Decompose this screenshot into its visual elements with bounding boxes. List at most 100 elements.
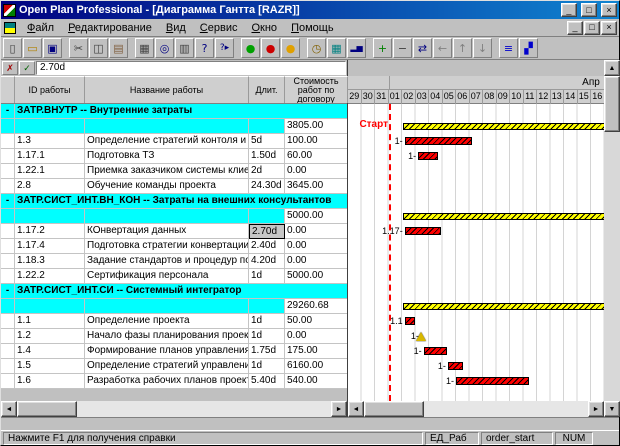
duration-edit-cell[interactable]: 2.70d	[249, 224, 285, 239]
header-task-name[interactable]: Название работы	[85, 76, 249, 103]
edit-field[interactable]: 2.70d	[36, 61, 346, 75]
task-row[interactable]: 1.6Разработка рабочих планов проекта5.40…	[1, 374, 347, 389]
menu-view[interactable]: Вид	[159, 20, 193, 36]
add-activity-button[interactable]: +	[373, 38, 392, 58]
minimize-button[interactable]: _	[561, 3, 577, 17]
task-bar[interactable]	[405, 317, 416, 325]
progress-yellow-button[interactable]: ●	[281, 38, 300, 58]
child-close-button[interactable]: ×	[601, 21, 617, 35]
task-bar[interactable]	[448, 362, 463, 370]
print-button[interactable]: ▦	[135, 38, 154, 58]
section-row[interactable]: -ЗАТР.СИСТ_ИНТ.ВН_КОН -- Затраты на внеш…	[1, 194, 347, 209]
task-row[interactable]: 2.8Обучение команды проекта24.30d3645.00	[1, 179, 347, 194]
close-button[interactable]: ×	[601, 3, 617, 17]
hscroll-track[interactable]	[424, 401, 588, 417]
section-row[interactable]: -ЗАТР.СИСТ_ИНТ.СИ -- Системный интеграто…	[1, 284, 347, 299]
task-row[interactable]: 1.17.1Подготовка ТЗ1.50d60.00	[1, 149, 347, 164]
cell-duration	[249, 299, 285, 314]
scroll-right-button[interactable]: ►	[331, 401, 347, 417]
menu-service[interactable]: Сервис	[193, 20, 245, 36]
cell-duration	[249, 119, 285, 134]
gantt-hscrollbar: ◄ ►	[348, 401, 604, 417]
task-row[interactable]: 1.2Начало фазы планирования проекта1d0.0…	[1, 329, 347, 344]
gantt-row: 1-	[348, 374, 604, 389]
summary-bar[interactable]	[403, 303, 604, 310]
task-row[interactable]: 1.18.3Задание стандартов и процедур по д…	[1, 254, 347, 269]
cut-button[interactable]: ✂	[69, 38, 88, 58]
confirm-edit-button[interactable]: ✓	[19, 61, 35, 75]
task-row[interactable]: 1.22.1Приемка заказчиком системы клиент2…	[1, 164, 347, 179]
task-bar[interactable]	[405, 137, 473, 145]
collapse-toggle[interactable]: -	[1, 284, 15, 299]
task-row[interactable]: 1.17.4Подготовка стратегии конвертации2.…	[1, 239, 347, 254]
total-row[interactable]: 29260.68	[1, 299, 347, 314]
child-restore-button[interactable]: □	[584, 21, 600, 35]
cell-cost: 0.00	[285, 329, 347, 344]
open-folder-button[interactable]: ▭	[23, 38, 42, 58]
network-view-button[interactable]: ▞	[519, 38, 538, 58]
menu-help[interactable]: Помощь	[284, 20, 341, 36]
new-file-button[interactable]: ▯	[3, 38, 22, 58]
hscroll-thumb[interactable]	[364, 401, 424, 417]
cell-cost: 5000.00	[285, 269, 347, 284]
collapse-toggle[interactable]: -	[1, 104, 15, 119]
child-window-icon[interactable]	[4, 22, 16, 34]
header-task-id[interactable]: ID работы	[15, 76, 85, 103]
vscroll-thumb[interactable]	[604, 76, 620, 132]
task-bar[interactable]	[405, 227, 441, 235]
move-down-icon: ↓	[478, 43, 487, 54]
cancel-edit-button[interactable]: ✗	[2, 61, 18, 75]
new-file-icon: ▯	[9, 43, 15, 54]
task-bar[interactable]	[424, 347, 448, 355]
print-preview-button[interactable]: ◎	[155, 38, 174, 58]
milestone-marker[interactable]	[416, 332, 426, 341]
vscroll-track[interactable]	[604, 132, 620, 401]
clock-button[interactable]: ◷	[307, 38, 326, 58]
section-row[interactable]: -ЗАТР.ВНУТР -- Внутренние затраты	[1, 104, 347, 119]
total-row[interactable]: 5000.00	[1, 209, 347, 224]
maximize-button[interactable]: □	[581, 3, 597, 17]
hscroll-track[interactable]	[77, 401, 331, 417]
scroll-down-button[interactable]: ▼	[604, 401, 620, 417]
task-row[interactable]: 1.4Формирование планов управления1.75d17…	[1, 344, 347, 359]
task-row[interactable]: 1.3Определение стратегий контоля и отч5d…	[1, 134, 347, 149]
paste-button[interactable]: ▤	[109, 38, 128, 58]
task-bar[interactable]	[456, 377, 529, 385]
summary-bar[interactable]	[403, 213, 604, 220]
task-row[interactable]: 1.5Определение стратегий управления и1d6…	[1, 359, 347, 374]
context-help-button[interactable]: ?▸	[215, 38, 234, 58]
total-row[interactable]: 3805.00	[1, 119, 347, 134]
header-cost[interactable]: Стоимость работ по договору	[285, 76, 348, 103]
calendar-button[interactable]: ▦	[327, 38, 346, 58]
menu-window[interactable]: Окно	[244, 20, 284, 36]
progress-green-button[interactable]: ●	[241, 38, 260, 58]
hscroll-thumb[interactable]	[17, 401, 77, 417]
scroll-right-button[interactable]: ►	[588, 401, 604, 417]
histogram-button[interactable]: ▂▅	[347, 38, 366, 58]
menu-edit[interactable]: Редактирование	[61, 20, 159, 36]
gantt-view-button[interactable]: ≡	[499, 38, 518, 58]
report-button[interactable]: ▥	[175, 38, 194, 58]
menu-file[interactable]: Файл	[20, 20, 61, 36]
remove-activity-button[interactable]: −	[393, 38, 412, 58]
save-file-button[interactable]: ▣	[43, 38, 62, 58]
child-window-controls: _ □ ×	[566, 21, 617, 35]
scroll-up-button[interactable]: ▲	[604, 60, 620, 76]
child-minimize-button[interactable]: _	[567, 21, 583, 35]
summary-bar[interactable]	[403, 123, 604, 130]
task-row[interactable]: 1.1Определение проекта1d50.00	[1, 314, 347, 329]
table-header: ID работы Название работы Длит. Стоимост…	[1, 76, 347, 104]
progress-red-button[interactable]: ●	[261, 38, 280, 58]
collapse-toggle[interactable]: -	[1, 194, 15, 209]
help-button[interactable]: ?	[195, 38, 214, 58]
task-row[interactable]: 1.17.2КОнвертация данных2.70d0.00	[1, 224, 347, 239]
task-row[interactable]: 1.22.2Сертификация персонала1d5000.00	[1, 269, 347, 284]
task-bar[interactable]	[418, 152, 438, 160]
task-table-pane: ✗ ✓ 2.70d ID работы Название работы Длит…	[1, 60, 348, 417]
link-activities-button[interactable]: ⇄	[413, 38, 432, 58]
copy-button[interactable]: ◫	[89, 38, 108, 58]
header-duration[interactable]: Длит.	[249, 76, 285, 103]
scroll-left-button[interactable]: ◄	[348, 401, 364, 417]
scroll-left-button[interactable]: ◄	[1, 401, 17, 417]
gantt-row	[348, 299, 604, 314]
